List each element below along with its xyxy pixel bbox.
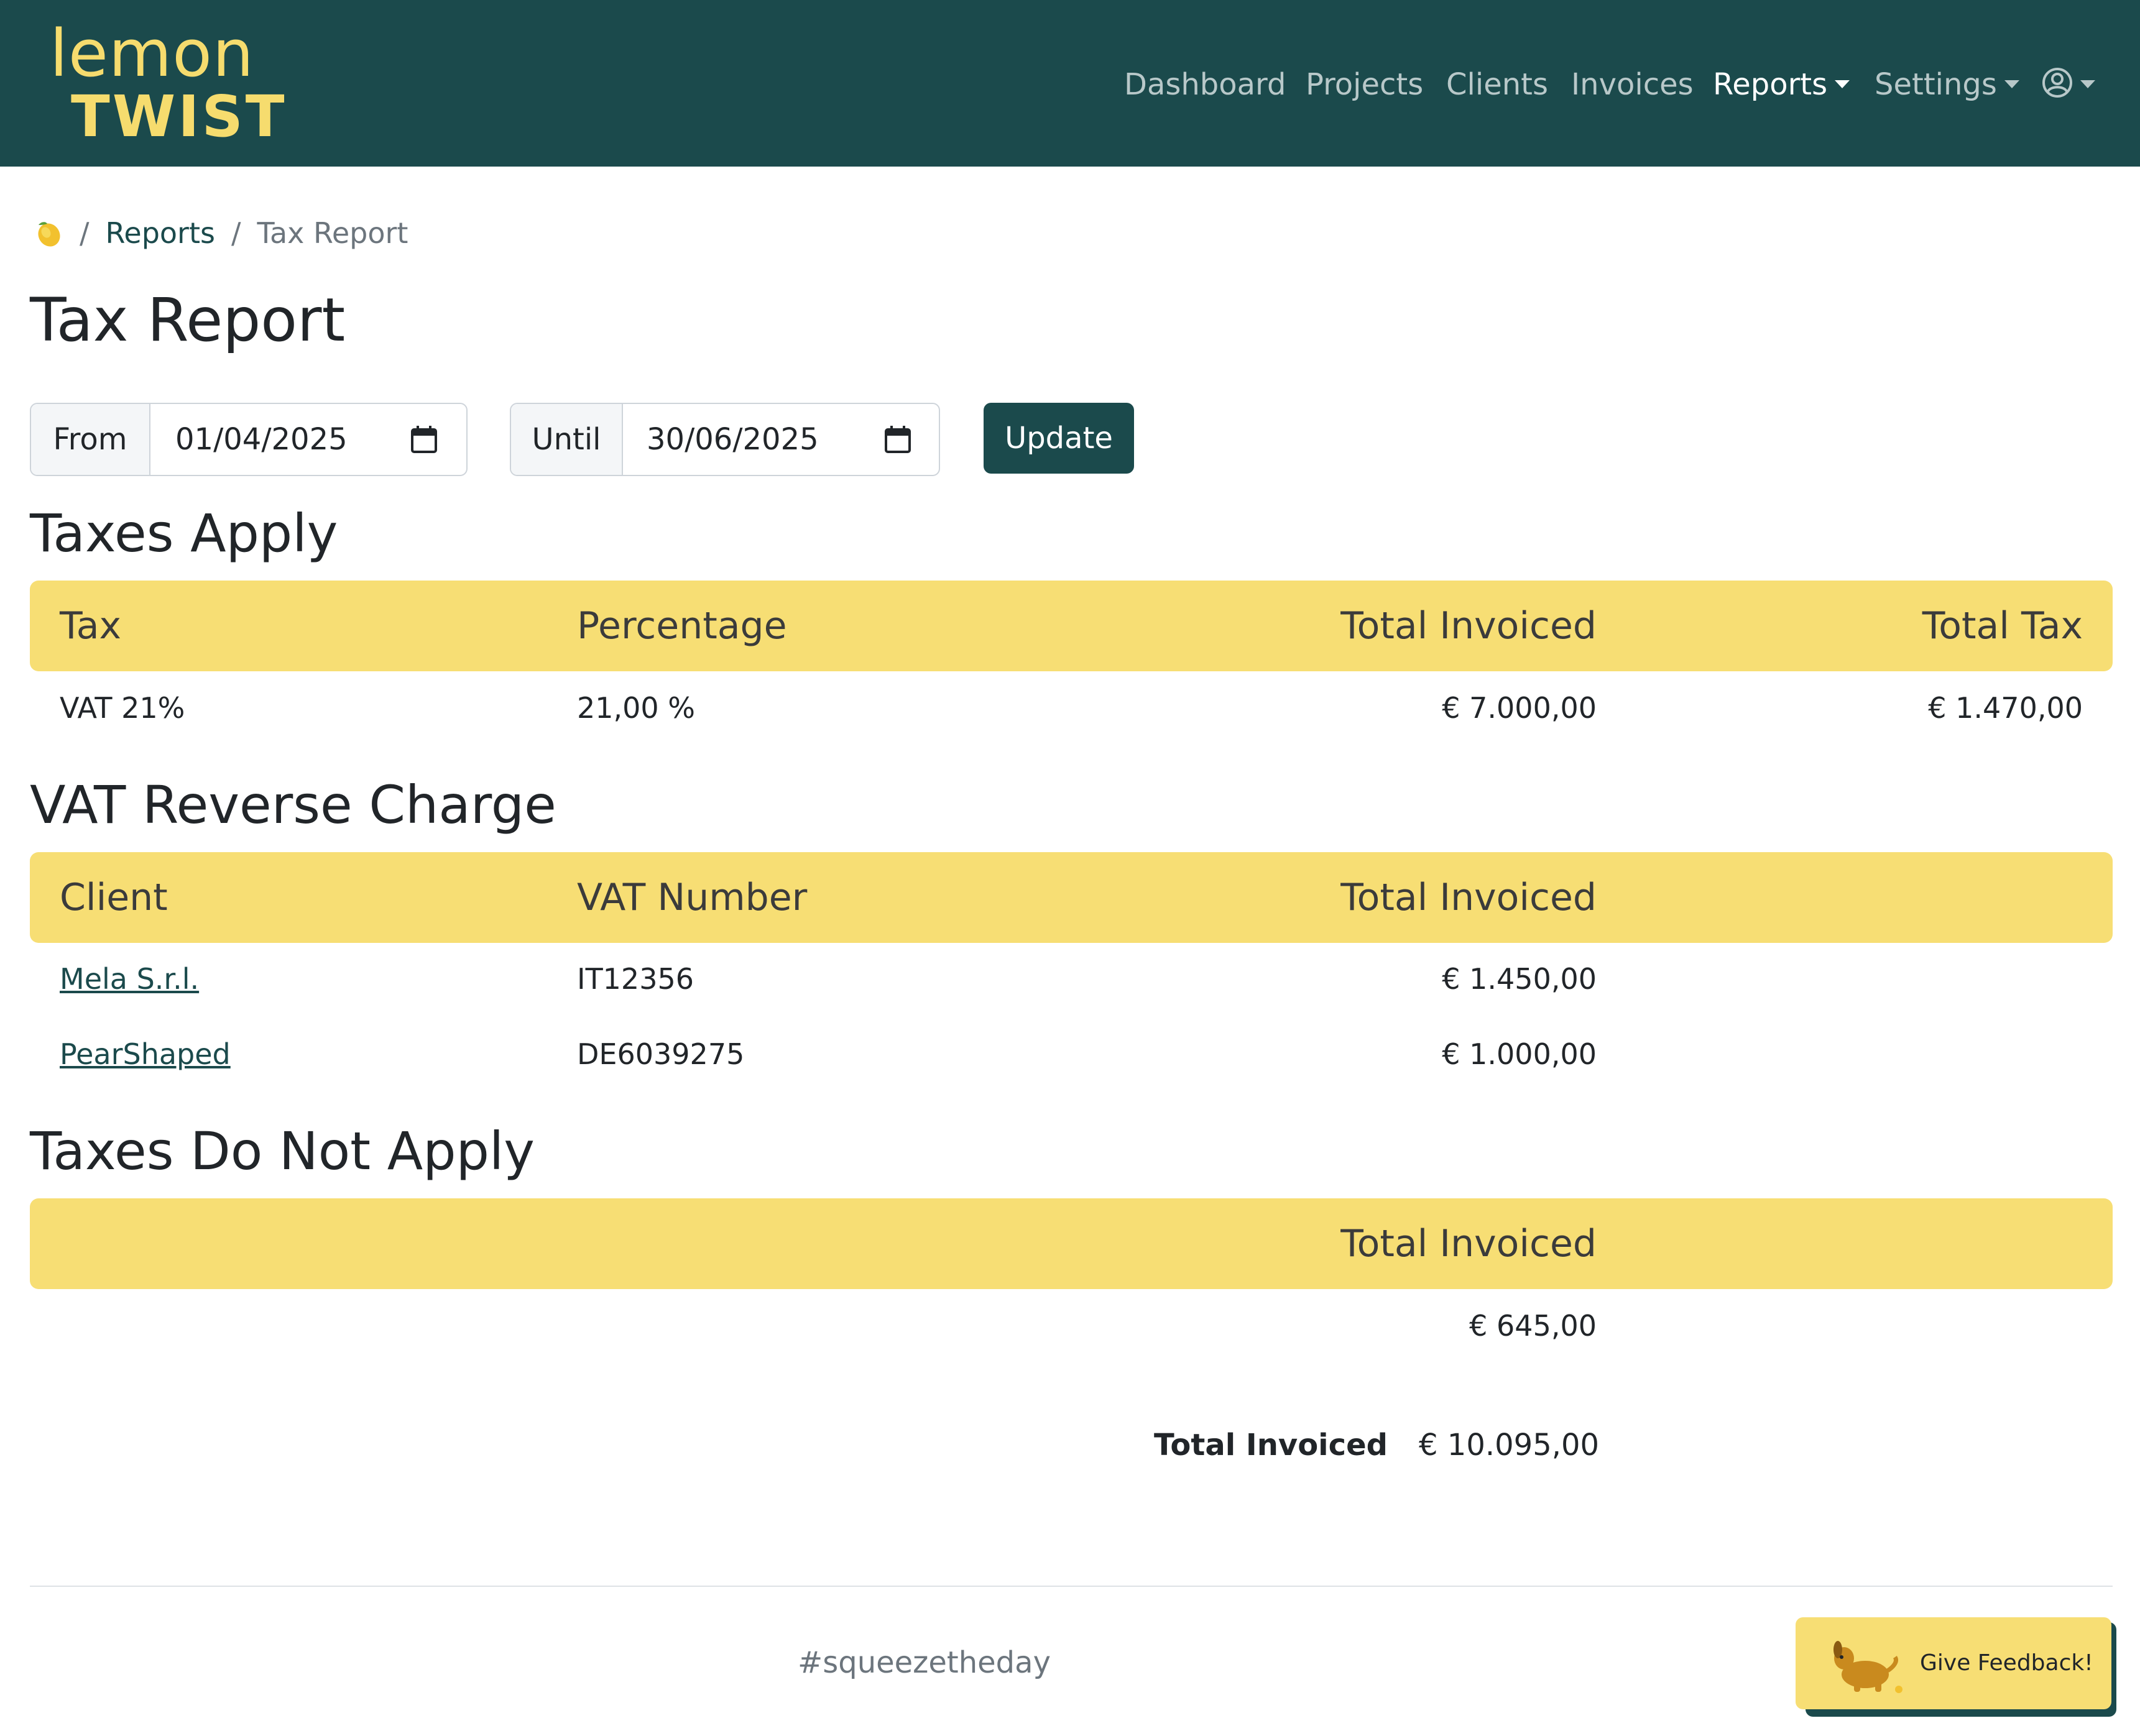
taxes-apply-title: Taxes Apply xyxy=(30,503,338,564)
breadcrumb-current: Tax Report xyxy=(257,216,408,250)
lemon-twist-logo[interactable]: lemon TWIST xyxy=(50,16,286,148)
nav-settings-label: Settings xyxy=(1875,67,1997,102)
user-circle-icon xyxy=(2042,68,2072,98)
nav-clients[interactable]: Clients xyxy=(1446,60,1548,109)
total-invoiced-label: Total Invoiced xyxy=(1154,1428,1388,1463)
from-date-group: From 01/04/2025 xyxy=(30,403,468,476)
feedback-label: Give Feedback! xyxy=(1920,1650,2093,1676)
calendar-icon[interactable] xyxy=(410,425,438,454)
nav-dashboard[interactable]: Dashboard xyxy=(1124,60,1286,109)
cell-total-invoiced: € 1.450,00 xyxy=(1442,962,1597,996)
breadcrumb-separator: / xyxy=(231,216,241,250)
footer-divider xyxy=(30,1586,2113,1587)
col-client: Client xyxy=(60,876,168,919)
update-button[interactable]: Update xyxy=(984,403,1134,474)
taxes-apply-header: Tax Percentage Total Invoiced Total Tax xyxy=(30,581,2113,671)
until-date-group: Until 30/06/2025 xyxy=(510,403,940,476)
nav-reports-label: Reports xyxy=(1713,67,1828,102)
col-total-tax: Total Tax xyxy=(1922,604,2083,648)
cell-total-invoiced: € 1.000,00 xyxy=(1442,1037,1597,1071)
top-navbar: lemon TWIST Dashboard Projects Clients I… xyxy=(0,0,2140,167)
until-label: Until xyxy=(511,404,623,475)
breadcrumb-separator: / xyxy=(80,216,90,250)
dog-icon xyxy=(1833,1641,1902,1693)
col-tax: Tax xyxy=(60,604,121,648)
nav-projects[interactable]: Projects xyxy=(1306,60,1423,109)
breadcrumb-reports-link[interactable]: Reports xyxy=(106,216,215,250)
cell-percentage: 21,00 % xyxy=(577,691,696,725)
chevron-down-icon xyxy=(2004,80,2019,88)
calendar-icon[interactable] xyxy=(884,425,911,454)
cell-vat-number: IT12356 xyxy=(577,962,694,996)
page-title: Tax Report xyxy=(30,285,346,355)
nav-invoices[interactable]: Invoices xyxy=(1571,60,1694,109)
chevron-down-icon xyxy=(1835,80,1850,88)
give-feedback-button[interactable]: Give Feedback! xyxy=(1796,1617,2111,1709)
nav-reports-dropdown[interactable]: Reports xyxy=(1713,60,1850,109)
col-total-invoiced: Total Invoiced xyxy=(1340,1222,1597,1265)
col-total-invoiced: Total Invoiced xyxy=(1340,604,1597,648)
until-date-value: 30/06/2025 xyxy=(647,422,819,457)
cell-total-invoiced: € 7.000,00 xyxy=(1442,691,1597,725)
breadcrumb: / Reports / Tax Report xyxy=(32,211,408,255)
client-link[interactable]: Mela S.r.l. xyxy=(60,957,199,1001)
cell-vat-number: DE6039275 xyxy=(577,1037,745,1071)
lemon-icon[interactable] xyxy=(32,218,63,249)
reverse-charge-header: Client VAT Number Total Invoiced xyxy=(30,852,2113,943)
user-menu-dropdown[interactable] xyxy=(2042,60,2095,109)
taxes-not-apply-header: Total Invoiced xyxy=(30,1198,2113,1289)
logo-word-lemon: lemon xyxy=(50,16,254,91)
client-link[interactable]: PearShaped xyxy=(60,1032,231,1076)
col-percentage: Percentage xyxy=(577,604,787,648)
col-total-invoiced: Total Invoiced xyxy=(1340,876,1597,919)
cell-total-tax: € 1.470,00 xyxy=(1928,691,2083,725)
from-label: From xyxy=(31,404,150,475)
cell-tax: VAT 21% xyxy=(60,691,185,725)
total-invoiced-value: € 10.095,00 xyxy=(1419,1428,1600,1463)
cell-total-invoiced: € 645,00 xyxy=(1469,1309,1597,1343)
chevron-down-icon xyxy=(2080,80,2095,88)
logo-word-twist: TWIST xyxy=(71,83,287,150)
taxes-not-apply-title: Taxes Do Not Apply xyxy=(30,1121,535,1182)
reverse-charge-title: VAT Reverse Charge xyxy=(30,774,556,835)
nav-settings-dropdown[interactable]: Settings xyxy=(1875,60,2019,109)
from-date-value: 01/04/2025 xyxy=(175,422,348,457)
footer-tagline: #squeezetheday xyxy=(798,1645,1051,1680)
col-vat-number: VAT Number xyxy=(577,876,808,919)
